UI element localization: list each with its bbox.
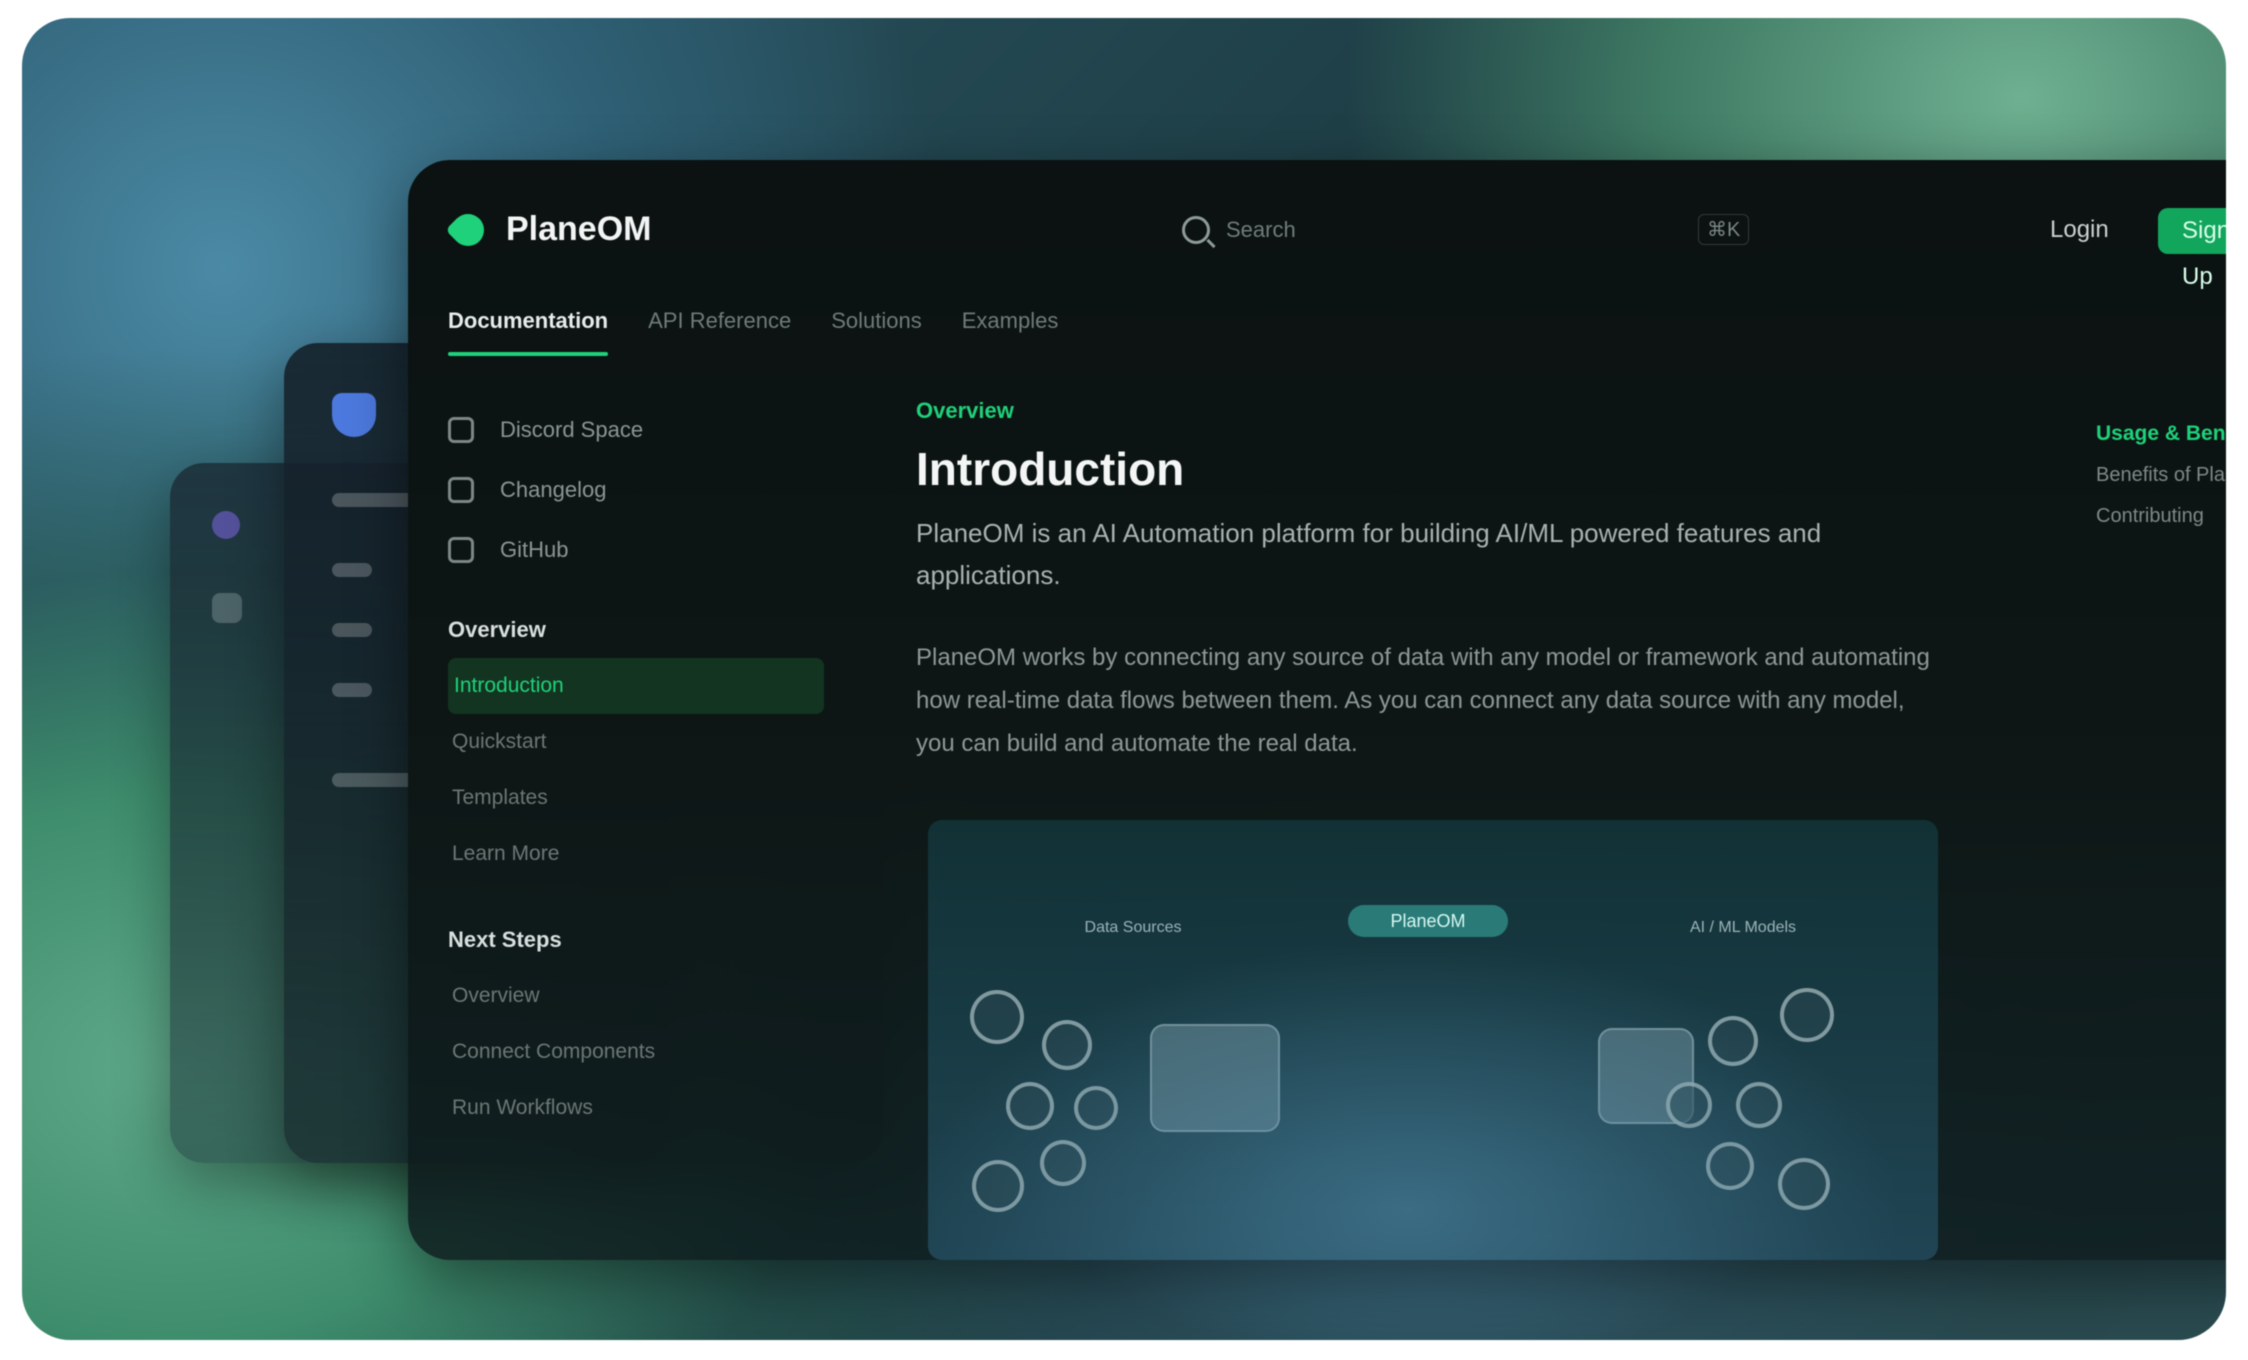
page-title: Introduction — [916, 443, 1185, 495]
sidebar-item-run-workflows[interactable]: Run Workflows — [448, 1080, 808, 1136]
docs-window: PlaneOM Search ⌘K Login Sign Up Document… — [408, 160, 2226, 1260]
shield-logo-icon — [332, 393, 376, 437]
top-bar: PlaneOM Search ⌘K Login Sign Up — [408, 160, 2226, 290]
brand-logo-icon — [445, 207, 491, 253]
brand-name[interactable]: PlaneOM — [506, 210, 651, 249]
sidebar-item-connect-components[interactable]: Connect Components — [448, 1024, 808, 1080]
model-node — [1706, 1142, 1754, 1190]
diagram-right-title: AI / ML Models — [1689, 919, 1797, 936]
model-node — [1666, 1082, 1712, 1128]
search-icon — [1182, 216, 1210, 244]
discord-icon — [448, 417, 474, 443]
sidebar-item-templates[interactable]: Templates — [448, 770, 808, 826]
model-node — [1778, 1158, 1830, 1210]
sidebar-link-github[interactable]: GitHub — [448, 520, 808, 580]
sidebar-link-changelog[interactable]: Changelog — [448, 460, 808, 520]
app-logo-icon — [212, 511, 240, 539]
sidebar-item-learn-more[interactable]: Learn More — [448, 826, 808, 882]
sidebar-section-title: Overview — [448, 617, 546, 642]
home-icon — [212, 593, 242, 623]
top-tabs: Documentation API Reference Solutions Ex… — [448, 308, 1058, 356]
database-block — [1150, 1024, 1280, 1132]
data-node — [1006, 1082, 1054, 1130]
login-button[interactable]: Login — [2050, 216, 2109, 244]
main-content: Overview Introduction PlaneOM is an AI A… — [916, 398, 1936, 765]
sidebar-link-label: Changelog — [500, 477, 607, 502]
sidebar-item-quickstart[interactable]: Quickstart — [448, 714, 808, 770]
sidebar-item-introduction[interactable]: Introduction — [448, 658, 824, 714]
data-node — [1040, 1140, 1086, 1186]
search-box[interactable]: Search — [1182, 210, 1296, 250]
data-node — [970, 990, 1024, 1044]
sidebar-section-title: Next Steps — [448, 927, 562, 952]
sidebar-link-discord[interactable]: Discord Space — [448, 400, 808, 460]
search-placeholder: Search — [1226, 217, 1296, 242]
data-node — [1042, 1020, 1092, 1070]
toc-item[interactable]: Benefits of PlaneOM — [2096, 464, 2226, 487]
sidebar-link-label: Discord Space — [500, 417, 644, 442]
placeholder-line — [332, 623, 372, 637]
model-node — [1708, 1016, 1758, 1066]
data-node — [1074, 1086, 1118, 1130]
model-node — [1780, 988, 1834, 1042]
diagram-center-label: PlaneOM — [1348, 905, 1508, 937]
sidebar-link-label: GitHub — [500, 537, 569, 562]
github-icon — [448, 537, 474, 563]
tab-documentation[interactable]: Documentation — [448, 308, 609, 356]
lead-paragraph: PlaneOM is an AI Automation platform for… — [916, 518, 1822, 590]
diagram-left-title: Data Sources — [1084, 919, 1182, 936]
section-kicker: Overview — [916, 398, 1014, 423]
model-node — [1736, 1082, 1782, 1128]
data-node — [972, 1160, 1024, 1212]
table-of-contents: Usage & Benefits Benefits of PlaneOM Con… — [2096, 422, 2226, 528]
tab-solutions[interactable]: Solutions — [831, 308, 922, 356]
toc-heading[interactable]: Usage & Benefits — [2096, 422, 2226, 446]
rocket-icon — [448, 477, 474, 503]
tab-api-reference[interactable]: API Reference — [648, 308, 791, 356]
backdrop: PlaneOM Search ⌘K Login Sign Up Document… — [22, 18, 2226, 1340]
sidebar-item-overview[interactable]: Overview — [448, 968, 808, 1024]
architecture-diagram: PlaneOM Data Sources AI / ML Models — [928, 820, 1938, 1260]
placeholder-line — [332, 563, 372, 577]
search-shortcut: ⌘K — [1698, 214, 1750, 245]
sidebar: Discord Space Changelog GitHub Overview … — [448, 400, 824, 1136]
body-paragraph: PlaneOM works by connecting any source o… — [916, 644, 1930, 757]
placeholder-line — [332, 683, 372, 697]
tab-examples[interactable]: Examples — [962, 308, 1059, 356]
toc-item[interactable]: Contributing — [2096, 505, 2226, 528]
signup-button[interactable]: Sign Up — [2158, 208, 2226, 290]
